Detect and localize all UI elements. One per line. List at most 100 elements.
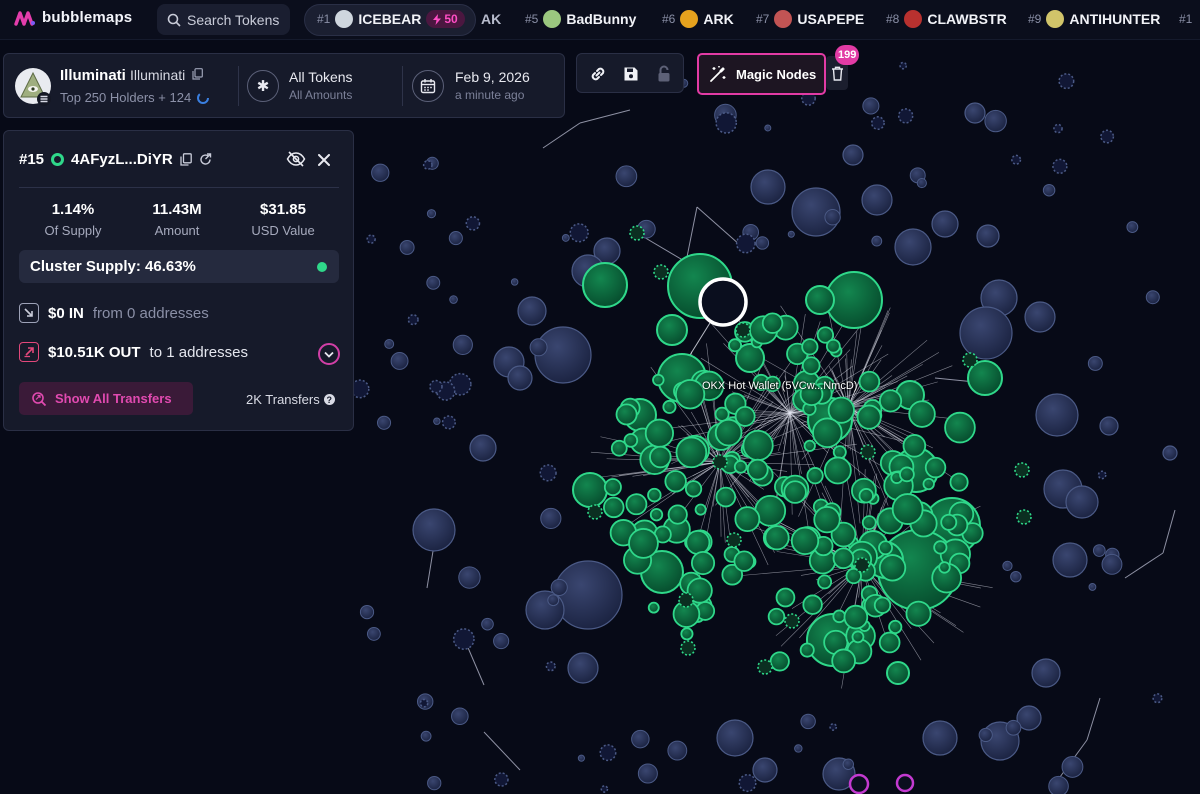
cluster-bubble[interactable] xyxy=(806,467,824,485)
holder-bubble[interactable] xyxy=(599,744,617,762)
close-icon[interactable] xyxy=(318,154,330,166)
holder-bubble[interactable] xyxy=(510,278,519,286)
cluster-bubble[interactable] xyxy=(734,506,761,533)
holder-bubble[interactable] xyxy=(1005,719,1022,736)
holder-bubble[interactable] xyxy=(764,124,772,132)
trending-item-10[interactable]: #1 xyxy=(1179,7,1192,31)
cluster-bubble[interactable] xyxy=(764,525,790,551)
cluster-bubble[interactable] xyxy=(680,627,694,641)
magic-node-bubble[interactable] xyxy=(848,773,870,794)
cluster-bubble[interactable] xyxy=(652,373,665,387)
holder-bubble[interactable] xyxy=(540,507,562,530)
hide-eye-icon[interactable] xyxy=(286,151,306,167)
cluster-bubble[interactable] xyxy=(628,528,659,559)
cluster-bubble[interactable] xyxy=(938,561,951,574)
holder-bubble[interactable] xyxy=(422,160,433,170)
trending-item-8[interactable]: #8 CLAWBSTR xyxy=(886,7,1007,31)
holder-bubble[interactable] xyxy=(539,464,557,482)
holder-bubble[interactable] xyxy=(1052,158,1068,174)
holder-bubble[interactable] xyxy=(916,177,927,189)
cluster-supply-bar[interactable]: Cluster Supply: 46.63% xyxy=(19,250,339,283)
holder-bubble[interactable] xyxy=(899,61,908,70)
cluster-bubble[interactable] xyxy=(728,338,743,353)
holder-bubble[interactable] xyxy=(600,785,609,793)
cluster-bubble[interactable] xyxy=(644,418,674,448)
save-icon[interactable] xyxy=(621,64,641,84)
cluster-bubble[interactable] xyxy=(933,540,948,555)
app-logo[interactable]: bubblemaps xyxy=(14,9,132,26)
holder-bubble[interactable] xyxy=(829,723,838,731)
holder-bubble[interactable] xyxy=(871,235,883,247)
holder-bubble[interactable] xyxy=(964,102,986,124)
cluster-bubble[interactable] xyxy=(831,648,856,674)
snapshot-date[interactable]: Feb 9, 2026 xyxy=(455,69,530,85)
cluster-hub-bubble[interactable] xyxy=(860,444,876,460)
holder-bubble[interactable] xyxy=(959,306,1013,360)
holder-bubble[interactable] xyxy=(615,165,638,188)
copy-icon[interactable] xyxy=(180,153,192,166)
holder-bubble[interactable] xyxy=(553,560,623,630)
holder-bubble[interactable] xyxy=(870,116,885,131)
holder-bubble[interactable] xyxy=(978,727,993,743)
cluster-bubble[interactable] xyxy=(603,478,622,497)
holder-bubble[interactable] xyxy=(493,632,510,650)
magic-nodes-button[interactable]: Magic Nodes xyxy=(697,53,826,95)
holder-bubble[interactable] xyxy=(1126,221,1139,233)
cluster-bubble[interactable] xyxy=(733,550,755,572)
holder-bubble[interactable] xyxy=(449,295,458,304)
holder-bubble[interactable] xyxy=(897,108,914,124)
lock-icon[interactable] xyxy=(654,64,674,84)
show-all-transfers-button[interactable]: Show All Transfers xyxy=(19,382,193,415)
holder-bubble[interactable] xyxy=(525,590,565,630)
cluster-hub-bubble[interactable] xyxy=(678,592,694,608)
cluster-bubble[interactable] xyxy=(944,411,976,444)
cluster-bubble[interactable] xyxy=(733,460,748,474)
holder-bubble[interactable] xyxy=(755,236,770,250)
holder-bubble[interactable] xyxy=(561,234,570,242)
cluster-hub-bubble[interactable] xyxy=(1016,509,1032,525)
holder-bubble[interactable] xyxy=(427,775,442,791)
holder-bubble[interactable] xyxy=(1048,775,1069,794)
cluster-bubble[interactable] xyxy=(694,503,707,516)
magic-node-bubble[interactable] xyxy=(895,773,915,793)
cluster-bubble[interactable] xyxy=(734,405,756,427)
holder-bubble[interactable] xyxy=(1092,544,1106,557)
holder-bubble[interactable] xyxy=(787,230,795,238)
holder-bubble[interactable] xyxy=(458,566,481,589)
holder-bubble[interactable] xyxy=(716,719,754,757)
external-link-icon[interactable] xyxy=(199,153,212,166)
holder-bubble[interactable] xyxy=(1162,445,1178,461)
filter-tokens[interactable]: All Tokens xyxy=(289,69,353,85)
cluster-bubble[interactable] xyxy=(817,574,833,590)
holder-bubble[interactable] xyxy=(931,210,959,238)
cluster-bubble[interactable] xyxy=(647,487,662,503)
holder-bubble[interactable] xyxy=(494,772,509,787)
holder-bubble[interactable] xyxy=(1031,658,1061,688)
holder-bubble[interactable] xyxy=(366,626,381,641)
cluster-hub-bubble[interactable] xyxy=(962,352,978,368)
holder-bubble[interactable] xyxy=(1010,570,1022,583)
cluster-bubble[interactable] xyxy=(856,404,882,430)
holder-bubble[interactable] xyxy=(481,617,494,631)
cluster-bubble[interactable] xyxy=(625,493,648,516)
cluster-bubble[interactable] xyxy=(746,458,769,481)
holder-bubble[interactable] xyxy=(842,144,864,166)
holder-bubble[interactable] xyxy=(1002,560,1013,572)
holder-bubble[interactable] xyxy=(384,338,395,349)
cluster-bubble[interactable] xyxy=(603,496,625,519)
holder-bubble[interactable] xyxy=(441,415,457,430)
cluster-bubble[interactable] xyxy=(674,379,706,410)
holder-bubble[interactable] xyxy=(735,233,756,254)
cluster-bubble[interactable] xyxy=(684,480,703,498)
cluster-bubble[interactable] xyxy=(888,619,903,635)
holder-bubble[interactable] xyxy=(1097,470,1107,480)
cluster-bubble[interactable] xyxy=(662,399,677,414)
cluster-bubble[interactable] xyxy=(832,445,847,460)
cluster-bubble[interactable] xyxy=(861,515,877,531)
cluster-bubble[interactable] xyxy=(878,554,907,582)
cluster-hub-bubble[interactable] xyxy=(854,557,870,573)
holder-bubble[interactable] xyxy=(861,184,893,216)
cluster-bubble[interactable] xyxy=(878,631,901,654)
cluster-bubble[interactable] xyxy=(790,526,820,556)
asterisk-icon[interactable]: ✱ xyxy=(247,70,279,102)
